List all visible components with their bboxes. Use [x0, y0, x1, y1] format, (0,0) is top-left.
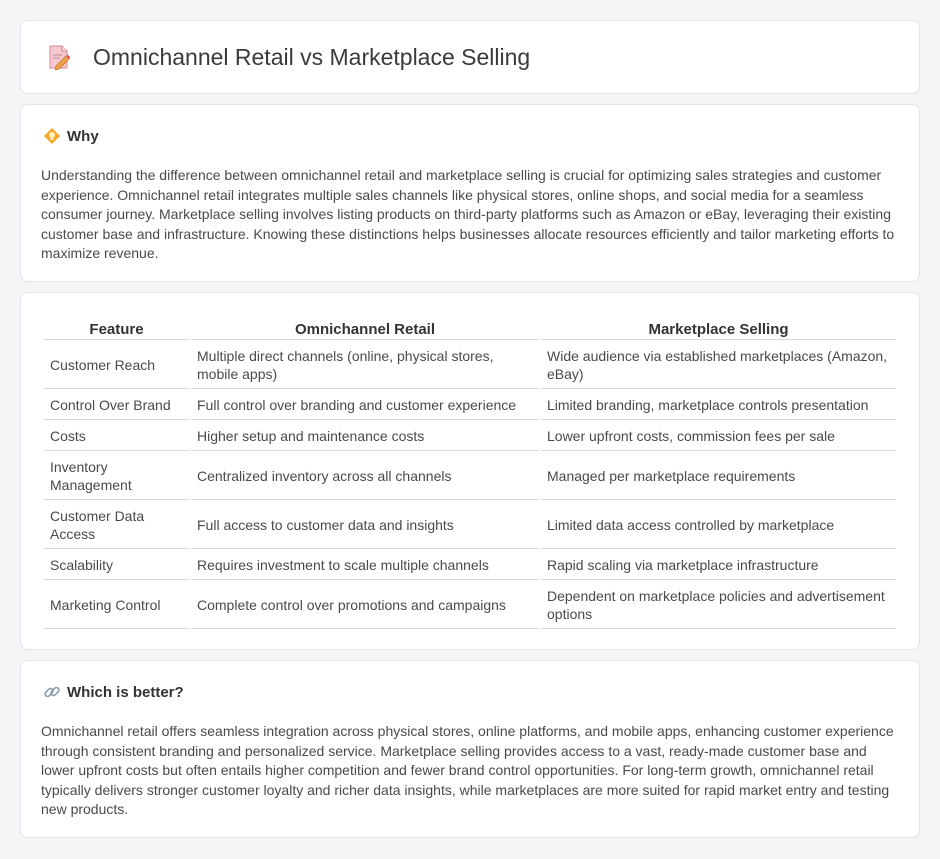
header-marketplace: Marketplace Selling [541, 319, 896, 340]
comparison-table: Feature Omnichannel Retail Marketplace S… [42, 317, 898, 631]
table-row: Inventory Management Centralized invento… [44, 453, 896, 500]
link-icon [44, 686, 60, 698]
omnichannel-cell: Centralized inventory across all channel… [191, 453, 539, 500]
lightbulb-diamond-icon [44, 128, 60, 144]
table-row: Costs Higher setup and maintenance costs… [44, 422, 896, 451]
feature-cell: Costs [44, 422, 189, 451]
which-better-heading: Which is better? [43, 683, 899, 701]
feature-cell: Control Over Brand [44, 391, 189, 420]
table-row: Marketing Control Complete control over … [44, 582, 896, 629]
omnichannel-cell: Multiple direct channels (online, physic… [191, 342, 539, 389]
marketplace-cell: Wide audience via established marketplac… [541, 342, 896, 389]
marketplace-cell: Lower upfront costs, commission fees per… [541, 422, 896, 451]
header-card: Omnichannel Retail vs Marketplace Sellin… [20, 20, 920, 94]
marketplace-cell: Rapid scaling via marketplace infrastruc… [541, 551, 896, 580]
feature-cell: Inventory Management [44, 453, 189, 500]
page-title: Omnichannel Retail vs Marketplace Sellin… [93, 43, 531, 70]
marketplace-cell: Managed per marketplace requirements [541, 453, 896, 500]
table-row: Customer Reach Multiple direct channels … [44, 342, 896, 389]
why-text: Understanding the difference between omn… [41, 167, 895, 262]
why-heading: Why [43, 127, 899, 145]
omnichannel-cell: Requires investment to scale multiple ch… [191, 551, 539, 580]
why-card: Why Understanding the difference between… [20, 104, 920, 282]
document-pencil-icon [49, 45, 71, 70]
marketplace-cell: Limited data access controlled by market… [541, 502, 896, 549]
feature-cell: Customer Reach [44, 342, 189, 389]
which-better-title: Which is better? [67, 683, 184, 701]
table-row: Scalability Requires investment to scale… [44, 551, 896, 580]
feature-cell: Customer Data Access [44, 502, 189, 549]
feature-cell: Marketing Control [44, 582, 189, 629]
why-title: Why [67, 127, 99, 145]
feature-cell: Scalability [44, 551, 189, 580]
marketplace-cell: Dependent on marketplace policies and ad… [541, 582, 896, 629]
marketplace-cell: Limited branding, marketplace controls p… [541, 391, 896, 420]
omnichannel-cell: Complete control over promotions and cam… [191, 582, 539, 629]
header-feature: Feature [44, 319, 189, 340]
table-row: Customer Data Access Full access to cust… [44, 502, 896, 549]
comparison-card: Feature Omnichannel Retail Marketplace S… [20, 292, 920, 650]
which-better-text: Omnichannel retail offers seamless integ… [41, 723, 894, 818]
omnichannel-cell: Higher setup and maintenance costs [191, 422, 539, 451]
which-better-card: Which is better? Omnichannel retail offe… [20, 660, 920, 838]
omnichannel-cell: Full control over branding and customer … [191, 391, 539, 420]
table-row: Control Over Brand Full control over bra… [44, 391, 896, 420]
header-omnichannel: Omnichannel Retail [191, 319, 539, 340]
omnichannel-cell: Full access to customer data and insight… [191, 502, 539, 549]
